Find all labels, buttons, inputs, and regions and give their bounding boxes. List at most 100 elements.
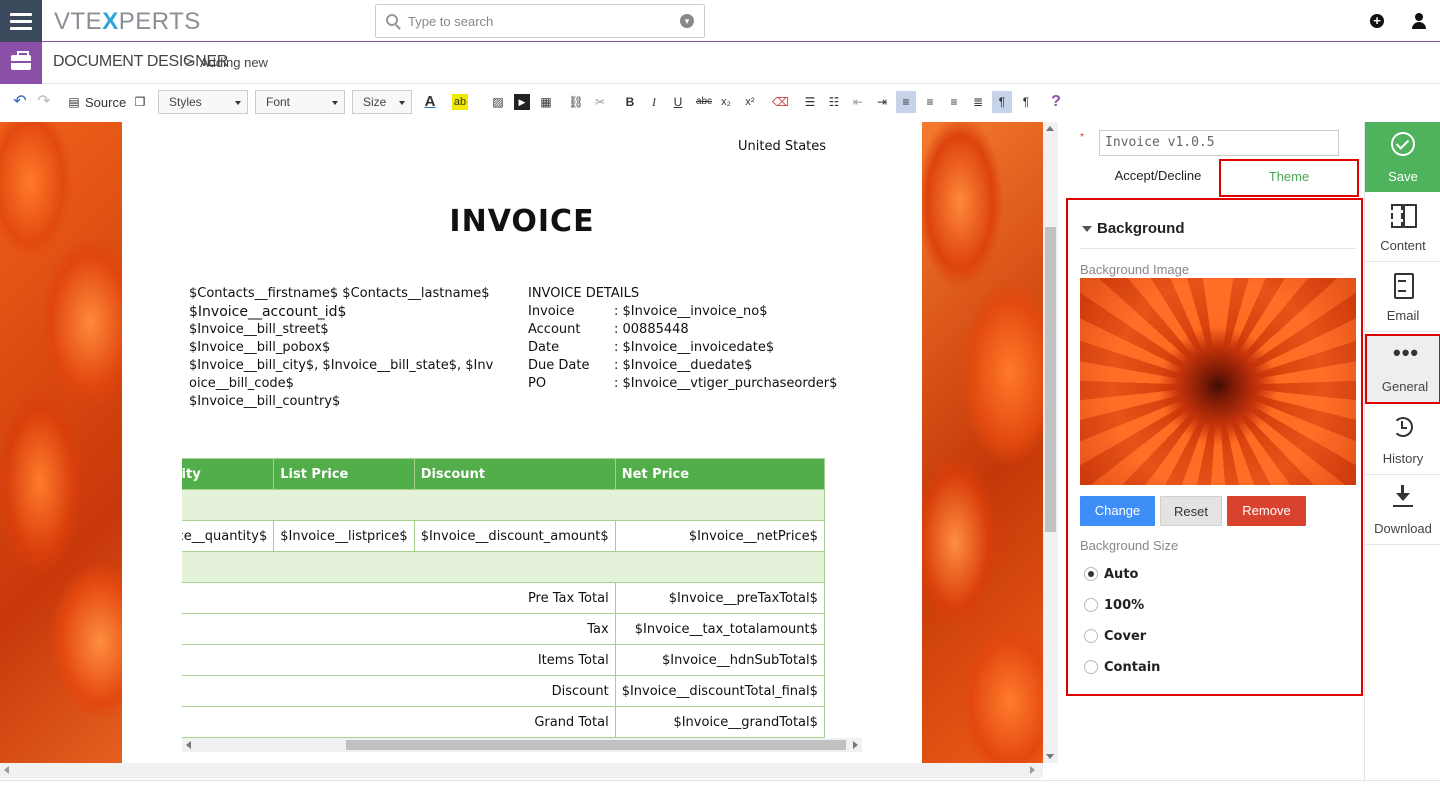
editor-canvas[interactable]: United States INVOICE $Contacts__firstna… — [0, 122, 1043, 763]
option-label: Auto — [1104, 566, 1139, 582]
email-doc-icon — [1391, 272, 1415, 299]
table-icon[interactable]: ▦ — [538, 94, 554, 110]
size-option-auto[interactable]: Auto — [1084, 564, 1138, 584]
totals-value: $Invoice__tax_totalamount$ — [614, 613, 825, 645]
editor-vertical-scrollbar[interactable] — [1043, 122, 1058, 763]
source-button[interactable]: Source — [85, 92, 126, 112]
underline-button[interactable]: U — [670, 94, 686, 110]
sidebar-item-history[interactable]: History — [1365, 405, 1440, 475]
document-page[interactable]: United States INVOICE $Contacts__firstna… — [122, 122, 922, 763]
details-key: Invoice — [528, 304, 575, 319]
styles-select[interactable]: Styles — [158, 90, 248, 114]
bullet-list-icon[interactable]: ☷ — [826, 94, 842, 110]
details-value: : $Invoice__vtiger_purchaseorder$ — [614, 376, 838, 391]
totals-label: Pre Tax Total — [182, 582, 616, 614]
add-icon[interactable]: + — [1370, 14, 1384, 28]
table-cell: $Invoice__discount_amount$ — [413, 520, 616, 552]
strikethrough-button[interactable]: abc — [694, 94, 714, 110]
sidebar-item-email[interactable]: Email — [1365, 262, 1440, 332]
change-button[interactable]: Change — [1080, 496, 1155, 526]
tab-accept-decline[interactable]: Accept/Decline — [1098, 162, 1218, 194]
radio-button[interactable] — [1084, 629, 1098, 643]
scroll-left-icon[interactable] — [186, 741, 191, 749]
scroll-thumb[interactable] — [346, 740, 846, 750]
remove-button[interactable]: Remove — [1227, 496, 1306, 526]
scroll-down-icon[interactable] — [1046, 754, 1054, 759]
background-section-toggle[interactable]: Background — [1082, 220, 1185, 237]
superscript-button[interactable]: x² — [742, 94, 758, 110]
outdent-icon[interactable]: ⇤ — [850, 94, 866, 110]
size-option-contain[interactable]: Contain — [1084, 657, 1160, 677]
menu-icon[interactable] — [0, 0, 42, 42]
bold-button[interactable]: B — [622, 94, 638, 110]
save-button[interactable]: Save — [1365, 122, 1440, 192]
table-horizontal-scrollbar[interactable] — [182, 738, 862, 752]
help-icon[interactable]: ? — [1048, 94, 1064, 110]
scroll-thumb[interactable] — [1045, 227, 1056, 532]
totals-row: Pre Tax Total $Invoice__preTaxTotal$ — [182, 582, 825, 614]
option-label: 100% — [1104, 597, 1145, 613]
app-root: VTEXPERTS ▾ + DOCUMENT DESIGNER > Adding… — [0, 0, 1440, 804]
totals-value: $Invoice__discountTotal_final$ — [614, 675, 825, 707]
briefcase-icon[interactable] — [0, 42, 42, 84]
align-right-icon[interactable]: ≡ — [946, 94, 962, 110]
editor-toolbar: ↶ ↷ ▤ Source ❐ Styles Font Size A ab ▨ ▶… — [0, 84, 1440, 122]
align-left-icon[interactable]: ≡ — [896, 91, 916, 113]
subscript-button[interactable]: x₂ — [718, 94, 734, 110]
image-icon[interactable]: ▨ — [490, 94, 506, 110]
items-table-container: Quantity List Price Discount Net Price $… — [182, 458, 862, 752]
scroll-right-icon[interactable] — [1030, 766, 1035, 774]
scroll-up-icon[interactable] — [1046, 126, 1054, 131]
undo-icon[interactable]: ↶ — [12, 94, 28, 110]
totals-value: $Invoice__grandTotal$ — [614, 706, 825, 738]
size-option-100[interactable]: 100% — [1084, 595, 1144, 615]
indent-icon[interactable]: ⇥ — [874, 94, 890, 110]
table-row: $Invoice__quantity$ $Invoice__listprice$… — [182, 520, 825, 552]
search-dropdown-icon[interactable]: ▾ — [680, 14, 694, 28]
size-option-cover[interactable]: Cover — [1084, 626, 1146, 646]
unlink-icon[interactable]: ✂ — [592, 94, 608, 110]
reset-button[interactable]: Reset — [1160, 496, 1222, 526]
search-input[interactable] — [408, 11, 668, 31]
page-icon[interactable]: ❐ — [132, 94, 148, 110]
sidebar-item-content[interactable]: Content — [1365, 192, 1440, 262]
text-color-icon[interactable]: A — [422, 94, 438, 110]
scroll-left-icon[interactable] — [4, 766, 9, 774]
table-cell: $Invoice__quantity$ — [182, 520, 275, 552]
size-select[interactable]: Size — [352, 90, 412, 114]
eraser-icon[interactable]: ⌫ — [772, 94, 789, 110]
link-icon[interactable]: ⛓ — [568, 94, 584, 110]
italic-button[interactable]: I — [646, 94, 662, 110]
radio-button[interactable] — [1084, 598, 1098, 612]
table-row — [182, 489, 825, 521]
radio-button[interactable] — [1084, 660, 1098, 674]
justify-icon[interactable]: ≣ — [970, 94, 986, 110]
scroll-right-icon[interactable] — [853, 741, 858, 749]
search-icon — [386, 14, 398, 26]
sidebar-item-general[interactable]: ••• General — [1365, 334, 1440, 404]
table-row — [182, 551, 825, 583]
youtube-icon[interactable]: ▶ — [514, 94, 530, 110]
tab-theme[interactable]: Theme — [1219, 159, 1359, 197]
font-select[interactable]: Font — [255, 90, 345, 114]
invoice-details: INVOICE DETAILS Invoice: $Invoice__invoi… — [528, 285, 868, 393]
app-logo[interactable]: VTEXPERTS — [54, 8, 201, 36]
rtl-icon[interactable]: ¶ — [1018, 94, 1034, 110]
numbered-list-icon[interactable]: ☰ — [802, 94, 818, 110]
template-name-field[interactable]: Invoice v1.0.5 — [1099, 130, 1339, 156]
redo-icon[interactable]: ↷ — [36, 94, 52, 110]
radio-button[interactable] — [1084, 567, 1098, 581]
source-icon[interactable]: ▤ — [66, 94, 82, 110]
background-image-label: Background Image — [1080, 262, 1190, 277]
details-key: Date — [528, 340, 560, 355]
sidebar-item-download[interactable]: Download — [1365, 475, 1440, 545]
details-value: : 00885448 — [614, 322, 689, 337]
table-cell: $Invoice__listprice$ — [273, 520, 415, 552]
settings-panel: * Invoice v1.0.5 Accept/Decline Theme Ba… — [1058, 122, 1364, 780]
ltr-icon[interactable]: ¶ — [992, 91, 1012, 113]
divider — [1080, 248, 1356, 249]
user-icon[interactable] — [1412, 13, 1426, 29]
bg-color-icon[interactable]: ab — [452, 94, 468, 110]
editor-horizontal-scrollbar[interactable] — [0, 763, 1043, 778]
align-center-icon[interactable]: ≡ — [922, 94, 938, 110]
